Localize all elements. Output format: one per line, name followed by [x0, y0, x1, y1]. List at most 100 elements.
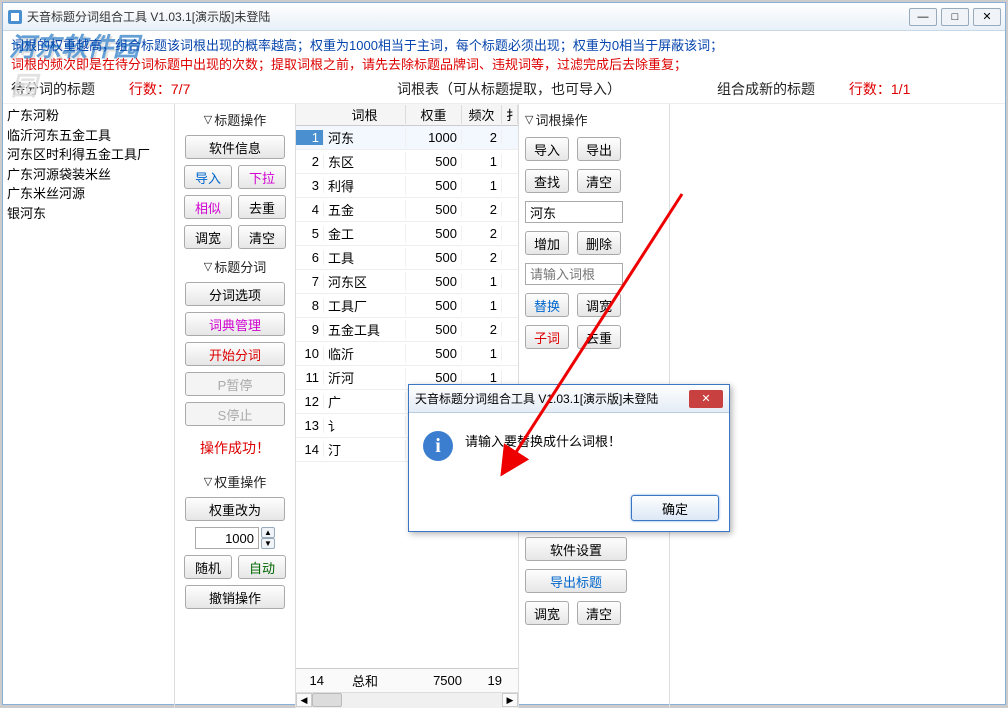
replace-button[interactable]: 替换 — [525, 293, 569, 317]
cell-word: 汀 — [324, 440, 406, 459]
group-segment[interactable]: 标题分词 — [204, 257, 266, 276]
cell-word: 工具厂 — [324, 296, 406, 315]
table-row[interactable]: 8工具厂5001 — [296, 294, 518, 318]
root-value-input[interactable] — [525, 201, 623, 223]
cell-idx: 8 — [296, 298, 324, 313]
root-widen-button[interactable]: 调宽 — [577, 293, 621, 317]
cell-word: 讠 — [324, 416, 406, 435]
cell-idx: 4 — [296, 202, 324, 217]
segment-options-button[interactable]: 分词选项 — [185, 282, 285, 306]
tf-freq: 19 — [462, 673, 502, 688]
cell-idx: 1 — [296, 130, 324, 145]
alert-dialog: 天音标题分词组合工具 V1.03.1[演示版]未登陆 ✕ i 请输入要替换成什么… — [408, 384, 730, 532]
list-item[interactable]: 临沂河东五金工具 — [7, 126, 170, 146]
root-clear-button[interactable]: 清空 — [577, 169, 621, 193]
table-row[interactable]: 5金工5002 — [296, 222, 518, 246]
dialog-ok-button[interactable]: 确定 — [631, 495, 719, 521]
scroll-thumb[interactable] — [312, 693, 342, 707]
scroll-left-icon[interactable]: ◀ — [296, 693, 312, 707]
group-weight[interactable]: 权重操作 — [204, 472, 266, 491]
cell-idx: 13 — [296, 418, 324, 433]
group-title-ops[interactable]: 标题操作 — [204, 110, 266, 129]
root-replace-input[interactable] — [525, 263, 623, 285]
cell-word: 临沂 — [324, 344, 406, 363]
cell-idx: 6 — [296, 250, 324, 265]
table-row[interactable]: 7河东区5001 — [296, 270, 518, 294]
table-row[interactable]: 1河东10002 — [296, 126, 518, 150]
cell-freq: 1 — [462, 274, 502, 289]
cell-idx: 7 — [296, 274, 324, 289]
list-item[interactable]: 广东河源袋装米丝 — [7, 165, 170, 185]
list-item[interactable]: 银河东 — [7, 204, 170, 224]
th-freq[interactable]: 频次 — [462, 105, 502, 124]
dict-manage-button[interactable]: 词典管理 — [185, 312, 285, 336]
tf-label: 总和 — [324, 671, 406, 690]
start-segment-button[interactable]: 开始分词 — [185, 342, 285, 366]
cell-word: 工具 — [324, 248, 406, 267]
cell-weight: 500 — [406, 274, 462, 289]
th-extra[interactable]: 扌 — [502, 105, 518, 124]
cell-weight: 500 — [406, 226, 462, 241]
root-export-button[interactable]: 导出 — [577, 137, 621, 161]
cell-weight: 500 — [406, 178, 462, 193]
root-dedup-button[interactable]: 去重 — [577, 325, 621, 349]
table-row[interactable]: 9五金工具5002 — [296, 318, 518, 342]
weight-value-input[interactable] — [195, 527, 259, 549]
horizontal-scrollbar[interactable]: ◀ ▶ — [296, 692, 518, 708]
stop-button[interactable]: S停止 — [185, 402, 285, 426]
th-word[interactable]: 词根 — [324, 105, 406, 124]
find-button[interactable]: 查找 — [525, 169, 569, 193]
maximize-button[interactable]: □ — [941, 8, 969, 26]
close-button[interactable]: ✕ — [973, 8, 1001, 26]
cell-word: 金工 — [324, 224, 406, 243]
th-weight[interactable]: 权重 — [406, 105, 462, 124]
pending-title-list[interactable]: 广东河粉 临沂河东五金工具 河东区时利得五金工具厂 广东河源袋装米丝 广东米丝河… — [3, 104, 175, 708]
minimize-button[interactable]: — — [909, 8, 937, 26]
widen2-button[interactable]: 调宽 — [525, 601, 569, 625]
cell-word: 河东区 — [324, 272, 406, 291]
spinner-down-icon[interactable]: ▼ — [261, 538, 275, 549]
similar-button[interactable]: 相似 — [184, 195, 232, 219]
auto-button[interactable]: 自动 — [238, 555, 286, 579]
clear2-button[interactable]: 清空 — [577, 601, 621, 625]
export-title-button[interactable]: 导出标题 — [525, 569, 627, 593]
pause-button[interactable]: P暂停 — [185, 372, 285, 396]
cell-freq: 2 — [462, 202, 502, 217]
table-row[interactable]: 2东区5001 — [296, 150, 518, 174]
undo-button[interactable]: 撤销操作 — [185, 585, 285, 609]
weight-change-button[interactable]: 权重改为 — [185, 497, 285, 521]
cell-freq: 1 — [462, 298, 502, 313]
add-button[interactable]: 增加 — [525, 231, 569, 255]
cell-idx: 10 — [296, 346, 324, 361]
cell-freq: 1 — [462, 154, 502, 169]
random-button[interactable]: 随机 — [184, 555, 232, 579]
dialog-message: 请输入要替换成什么词根！ — [465, 431, 621, 450]
dropdown-button[interactable]: 下拉 — [238, 165, 286, 189]
clear-button[interactable]: 清空 — [238, 225, 286, 249]
software-settings-button[interactable]: 软件设置 — [525, 537, 627, 561]
list-item[interactable]: 广东河粉 — [7, 106, 170, 126]
widen-button[interactable]: 调宽 — [184, 225, 232, 249]
tf-weight: 7500 — [406, 673, 462, 688]
delete-button[interactable]: 删除 — [577, 231, 621, 255]
table-row[interactable]: 4五金5002 — [296, 198, 518, 222]
table-row[interactable]: 6工具5002 — [296, 246, 518, 270]
cell-idx: 5 — [296, 226, 324, 241]
right-header-count: 行数：1/1 — [849, 81, 910, 97]
scroll-right-icon[interactable]: ▶ — [502, 693, 518, 707]
subword-button[interactable]: 子词 — [525, 325, 569, 349]
import-button[interactable]: 导入 — [184, 165, 232, 189]
dedup-button[interactable]: 去重 — [238, 195, 286, 219]
table-row[interactable]: 3利得5001 — [296, 174, 518, 198]
dialog-close-button[interactable]: ✕ — [689, 390, 723, 408]
group-root-ops[interactable]: 词根操作 — [525, 110, 663, 129]
root-import-button[interactable]: 导入 — [525, 137, 569, 161]
mid-header-label: 词根表（可从标题提取，也可导入） — [301, 79, 717, 99]
list-item[interactable]: 广东米丝河源 — [7, 184, 170, 204]
table-row[interactable]: 10临沂5001 — [296, 342, 518, 366]
spinner-up-icon[interactable]: ▲ — [261, 527, 275, 538]
cell-idx: 14 — [296, 442, 324, 457]
window-title: 天音标题分词组合工具 V1.03.1[演示版]未登陆 — [27, 8, 909, 25]
list-item[interactable]: 河东区时利得五金工具厂 — [7, 145, 170, 165]
software-info-button[interactable]: 软件信息 — [185, 135, 285, 159]
